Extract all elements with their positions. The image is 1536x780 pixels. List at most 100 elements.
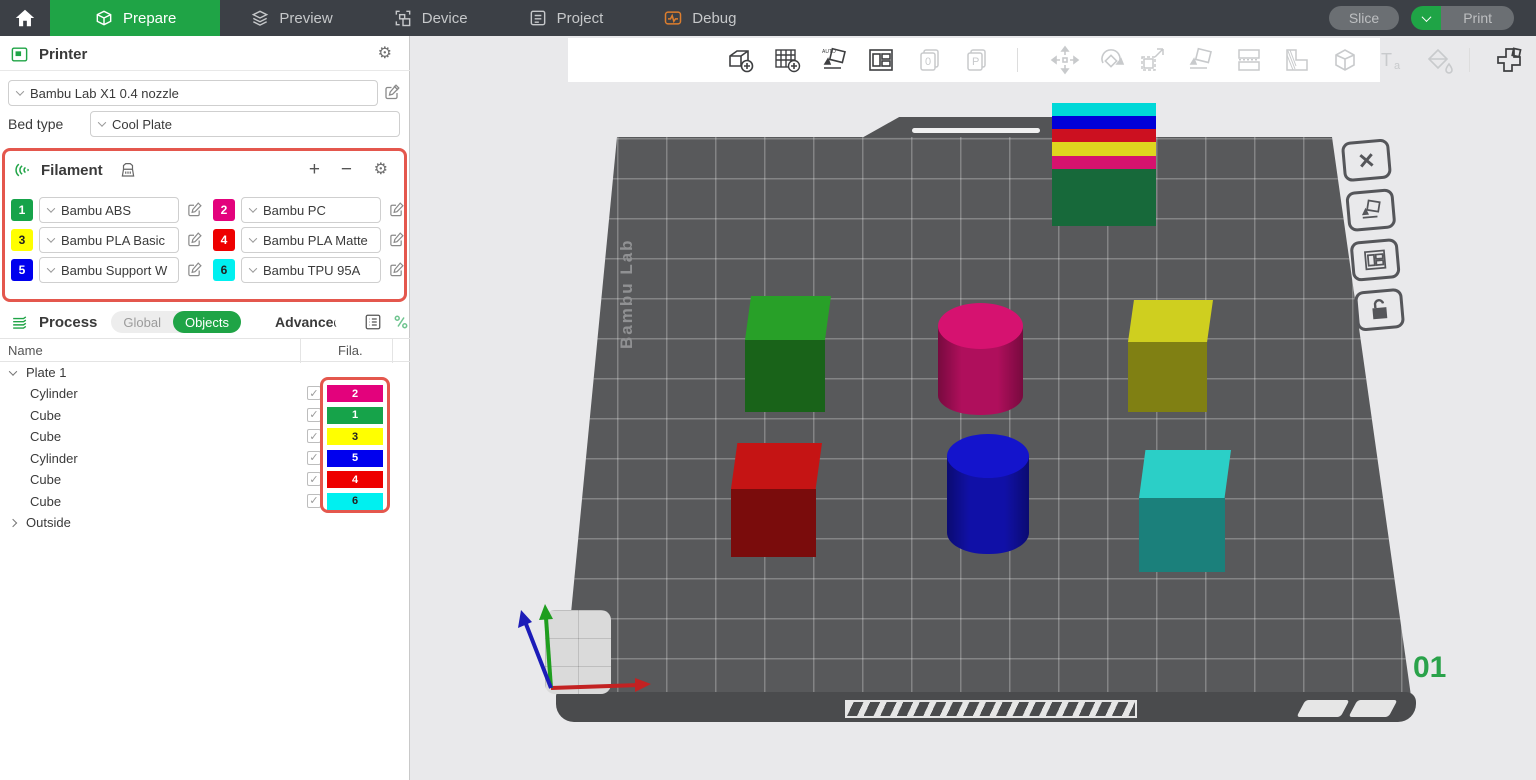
add-plate-button[interactable] [769, 42, 805, 78]
yellow-cube-object[interactable] [1128, 300, 1213, 412]
filament-6-edit-icon[interactable] [389, 262, 404, 277]
filament-4-edit-icon[interactable] [389, 232, 404, 247]
rotate-tool-button[interactable] [1093, 42, 1129, 78]
filament-1-select[interactable]: Bambu ABS [39, 197, 179, 223]
mesh-boolean-button[interactable] [1327, 42, 1363, 78]
tree-row-outside[interactable]: Outside [0, 512, 410, 533]
svg-text:a: a [1394, 60, 1401, 72]
filament-4-name: Bambu PLA Matte [263, 233, 368, 248]
row-checkbox[interactable]: ✓ [307, 408, 321, 422]
split-to-parts-button[interactable] [1279, 42, 1315, 78]
add-object-button[interactable] [722, 42, 758, 78]
color-painting-button[interactable] [1421, 42, 1457, 78]
slice-button[interactable]: Slice [1329, 6, 1399, 30]
magenta-cylinder-object[interactable] [938, 303, 1023, 415]
tab-label: Device [422, 10, 468, 27]
filament-slot-4: 4 Bambu PLA Matte [213, 227, 403, 253]
printer-icon [10, 45, 29, 64]
viewport-toolbar: AUTO 0 P Ta [568, 38, 1380, 82]
chevron-down-icon[interactable] [9, 367, 17, 375]
print-button[interactable]: Print [1441, 6, 1514, 30]
row-checkbox[interactable]: ✓ [307, 472, 321, 486]
multicolor-tower-object[interactable] [1052, 103, 1156, 226]
filament-section-title: Filament [41, 162, 103, 179]
row-label: Cube [30, 472, 61, 487]
filament-3-edit-icon[interactable] [187, 232, 202, 247]
params-dots-icon[interactable] [392, 313, 410, 331]
filament-5-swatch[interactable]: 5 [11, 259, 33, 281]
blue-cylinder-object[interactable] [947, 434, 1029, 554]
chevron-down-icon [47, 264, 55, 272]
filament-section-highlight: Filament + − ⚙ 1 Bambu ABS 3 Bambu PLA B… [2, 148, 407, 302]
home-button[interactable] [0, 0, 50, 36]
remove-filament-button[interactable]: − [341, 159, 352, 181]
printer-settings-gear-icon[interactable]: ⚙ [378, 46, 392, 62]
printer-edit-icon[interactable] [384, 84, 400, 100]
filament-6-swatch[interactable]: 6 [213, 259, 235, 281]
undo-button[interactable]: 0 [912, 42, 948, 78]
red-cube-object[interactable] [731, 443, 822, 557]
parameter-list-icon[interactable] [364, 313, 382, 331]
left-sidebar: Printer ⚙ Bambu Lab X1 0.4 nozzle Bed ty… [0, 36, 410, 780]
filament-5-select[interactable]: Bambu Support W [39, 257, 179, 283]
tab-label: Project [557, 10, 604, 27]
tab-preview[interactable]: Preview [220, 0, 362, 36]
auto-orient-button[interactable]: AUTO [816, 42, 852, 78]
assembly-view-button[interactable] [1491, 42, 1527, 78]
move-tool-button[interactable] [1047, 42, 1083, 78]
row-checkbox[interactable]: ✓ [307, 451, 321, 465]
text-tool-button[interactable]: Ta [1373, 42, 1409, 78]
bed-type-select[interactable]: Cool Plate [90, 111, 400, 137]
filament-2-edit-icon[interactable] [389, 202, 404, 217]
filament-3-select[interactable]: Bambu PLA Basic [39, 227, 179, 253]
printer-preset-select[interactable]: Bambu Lab X1 0.4 nozzle [8, 80, 378, 106]
chevron-right-icon[interactable] [9, 518, 17, 526]
add-filament-button[interactable]: + [309, 159, 320, 181]
filament-5-name: Bambu Support W [61, 263, 167, 278]
tower-stripe-yellow [1052, 142, 1156, 156]
cyan-cube-object[interactable] [1139, 450, 1231, 572]
row-checkbox[interactable]: ✓ [307, 494, 321, 508]
filament-2-select[interactable]: Bambu PC [241, 197, 381, 223]
split-to-objects-button[interactable] [1231, 42, 1267, 78]
delete-all-button[interactable]: × [1341, 138, 1392, 182]
filament-slot-6: 6 Bambu TPU 95A [213, 257, 403, 283]
filament-slot-2: 2 Bambu PC [213, 197, 403, 223]
advanced-label: Advanced [275, 314, 342, 330]
filament-4-select[interactable]: Bambu PLA Matte [241, 227, 381, 253]
tab-project[interactable]: Project [498, 0, 634, 36]
filament-5-edit-icon[interactable] [187, 262, 202, 277]
tab-prepare[interactable]: Prepare [50, 0, 220, 36]
print-dropdown-button[interactable] [1411, 6, 1441, 30]
scope-objects-button[interactable]: Objects [173, 311, 241, 333]
scale-tool-button[interactable] [1135, 42, 1171, 78]
filament-1-swatch[interactable]: 1 [11, 199, 33, 221]
row-checkbox[interactable]: ✓ [307, 386, 321, 400]
lock-plate-button[interactable] [1354, 288, 1405, 332]
filament-6-name: Bambu TPU 95A [263, 263, 360, 278]
filament-4-swatch[interactable]: 4 [213, 229, 235, 251]
auto-orient-plate-button[interactable] [1345, 188, 1396, 232]
chevron-down-icon [249, 204, 257, 212]
y-axis-arrow [539, 604, 553, 620]
filament-6-select[interactable]: Bambu TPU 95A [241, 257, 381, 283]
filament-settings-gear-icon[interactable]: ⚙ [374, 162, 388, 178]
filament-slot-1: 1 Bambu ABS [11, 197, 201, 223]
tab-debug[interactable]: Debug [633, 0, 766, 36]
3d-viewport[interactable]: Bambu Lab 01 [411, 36, 1536, 780]
bed-type-label: Bed type [8, 116, 63, 132]
plate-number-label[interactable]: 01 [1413, 651, 1446, 685]
arrange-plate-button[interactable] [1350, 238, 1401, 282]
redo-button[interactable]: P [959, 42, 995, 78]
row-checkbox[interactable]: ✓ [307, 429, 321, 443]
arrange-button[interactable] [863, 42, 899, 78]
green-cube-object[interactable] [745, 296, 831, 412]
filament-2-swatch[interactable]: 2 [213, 199, 235, 221]
filament-3-swatch[interactable]: 3 [11, 229, 33, 251]
tab-device[interactable]: Device [363, 0, 498, 36]
cylinder-top-face [938, 303, 1023, 349]
filament-1-edit-icon[interactable] [187, 202, 202, 217]
scope-global-button[interactable]: Global [111, 315, 173, 330]
lay-on-face-button[interactable] [1182, 42, 1218, 78]
flush-brush-icon[interactable] [119, 161, 137, 179]
